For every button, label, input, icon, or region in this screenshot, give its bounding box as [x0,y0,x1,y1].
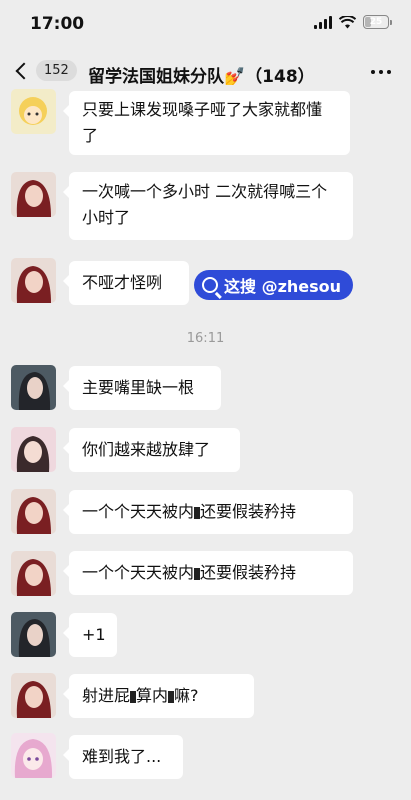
chat-title: 留学法国姐妹分队💅（148） [88,67,315,87]
avatar[interactable] [11,427,56,472]
status-icons: 25 [314,15,392,29]
message-bubble[interactable]: 射进屁 算内 嘛? [63,674,254,718]
message-text: 一个个天天被内 [82,502,195,521]
watermark-badge: 这搜 @zhesou [194,270,354,300]
signal-icon [314,15,332,29]
red-hair-girl-avatar-icon [11,258,56,303]
avatar[interactable] [11,89,56,134]
red-hair-girl-avatar-icon [11,489,56,534]
search-icon [202,277,218,293]
wifi-icon [339,15,356,28]
message-bubble[interactable]: 一个个天天被内 还要假装矜持 [63,490,353,534]
battery-icon: 25 [363,15,392,29]
back-button[interactable]: 152 [14,60,77,81]
message-text: 一个个天天被内 [82,563,195,582]
dark-hair-girl-avatar-icon [11,612,56,657]
message-text-after: 还要假装矜持 [200,502,297,521]
dark-hair-girl-avatar-icon [11,365,56,410]
dot-icon [371,70,375,74]
unread-count-badge: 152 [36,60,77,81]
avatar[interactable] [11,551,56,596]
battery-text: 25 [369,17,383,27]
message-text-after: 还要假装矜持 [200,563,297,582]
message-text: 主要嘴里缺一根 [82,378,195,397]
message-bubble[interactable]: 主要嘴里缺一根 [63,366,221,410]
more-options-button[interactable] [371,70,391,74]
message-bubble[interactable]: 一次喊一个多小时 二次就得喊三个小时了 [63,172,353,240]
message-text: 只要上课发现嗓子哑了大家就都懂了 [82,100,323,145]
status-time: 17:00 [30,14,85,34]
message-text: 难到我了... [82,747,162,766]
message-text: 射进屁 [82,686,131,705]
avatar[interactable] [11,258,56,303]
avatar[interactable] [11,489,56,534]
message-bubble[interactable]: 难到我了... [63,735,183,779]
status-bar: 17:00 25 [0,0,411,48]
message-bubble[interactable]: 一个个天天被内 还要假装矜持 [63,551,353,595]
avatar[interactable] [11,673,56,718]
message-text-after: 嘛? [174,686,199,705]
red-hair-girl-avatar-icon [11,172,56,217]
message-text: 不哑才怪咧 [82,273,163,292]
message-text: 你们越来越放肆了 [82,440,211,459]
message-text-mid: 算内 [136,686,169,705]
message-bubble[interactable]: 只要上课发现嗓子哑了大家就都懂了 [63,91,350,155]
chevron-left-icon [15,62,33,79]
watermark-text: 这搜 @zhesou [224,277,342,296]
pink-girl-avatar-icon [11,427,56,472]
message-bubble[interactable]: 你们越来越放肆了 [63,428,240,472]
message-text: +1 [82,625,106,644]
dot-icon [387,70,391,74]
red-hair-girl-avatar-icon [11,673,56,718]
avatar[interactable] [11,733,56,778]
message-text: 一次喊一个多小时 二次就得喊三个小时了 [82,182,328,227]
red-hair-girl-avatar-icon [11,551,56,596]
avatar[interactable] [11,612,56,657]
avatar[interactable] [11,172,56,217]
anime-pink-avatar-icon [11,733,56,778]
cartoon-girl-avatar-icon [11,89,56,134]
message-bubble[interactable]: 不哑才怪咧 [63,261,189,305]
message-bubble[interactable]: +1 [63,613,117,657]
avatar[interactable] [11,365,56,410]
message-timestamp: 16:11 [186,331,225,346]
dot-icon [379,70,383,74]
